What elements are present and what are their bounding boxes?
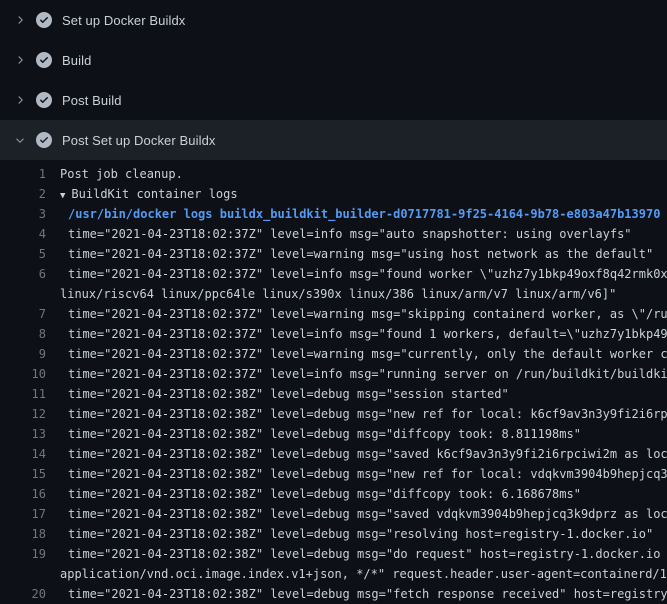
step-header-0[interactable]: Set up Docker Buildx — [0, 0, 667, 40]
steps-list: Set up Docker Buildx Build Post Build Po… — [0, 0, 667, 160]
chevron-icon — [12, 12, 28, 28]
line-number[interactable]: 2 — [0, 184, 46, 204]
check-circle-icon — [36, 92, 52, 108]
log-line: application/vnd.oci.image.index.v1+json,… — [0, 564, 667, 584]
log-text: time="2021-04-23T18:02:37Z" level=info m… — [68, 364, 667, 384]
log-group-label[interactable]: BuildKit container logs — [71, 187, 237, 201]
log-text: time="2021-04-23T18:02:38Z" level=debug … — [68, 544, 667, 564]
group-collapse-icon[interactable]: ▼ — [60, 186, 65, 204]
chevron-icon — [12, 132, 28, 148]
log-pane: 1 Post job cleanup. 2 ▼ BuildKit containe… — [0, 160, 667, 604]
log-line: 3 /usr/bin/docker logs buildx_buildkit_b… — [0, 204, 667, 224]
log-text: time="2021-04-23T18:02:38Z" level=debug … — [68, 464, 667, 484]
log-line: 20 time="2021-04-23T18:02:38Z" level=deb… — [0, 584, 667, 604]
log-line: 6 time="2021-04-23T18:02:37Z" level=info… — [0, 264, 667, 284]
log-text: time="2021-04-23T18:02:38Z" level=debug … — [68, 484, 667, 504]
log-command-text: /usr/bin/docker logs buildx_buildkit_bui… — [68, 204, 667, 224]
log-text: time="2021-04-23T18:02:38Z" level=debug … — [68, 444, 667, 464]
line-number[interactable]: 12 — [0, 404, 46, 424]
line-number[interactable]: 13 — [0, 424, 46, 444]
step-header-2[interactable]: Post Build — [0, 80, 667, 120]
log-text: time="2021-04-23T18:02:38Z" level=debug … — [68, 524, 667, 544]
line-number[interactable]: 20 — [0, 584, 46, 604]
actions-log-viewer: Set up Docker Buildx Build Post Build Po… — [0, 0, 667, 604]
log-text: time="2021-04-23T18:02:37Z" level=warnin… — [68, 304, 667, 324]
line-number[interactable]: 15 — [0, 464, 46, 484]
log-line: 13 time="2021-04-23T18:02:38Z" level=deb… — [0, 424, 667, 444]
log-line: 4 time="2021-04-23T18:02:37Z" level=info… — [0, 224, 667, 244]
step-label: Post Set up Docker Buildx — [62, 133, 216, 148]
log-line: 10 time="2021-04-23T18:02:37Z" level=inf… — [0, 364, 667, 384]
line-number[interactable]: 14 — [0, 444, 46, 464]
log-text: time="2021-04-23T18:02:38Z" level=debug … — [68, 424, 667, 444]
line-number[interactable]: 9 — [0, 344, 46, 364]
log-text: time="2021-04-23T18:02:37Z" level=warnin… — [68, 344, 667, 364]
line-number[interactable]: 4 — [0, 224, 46, 244]
log-text: Post job cleanup. — [60, 164, 667, 184]
step-label: Build — [62, 53, 91, 68]
log-line: 11 time="2021-04-23T18:02:38Z" level=deb… — [0, 384, 667, 404]
log-line: 7 time="2021-04-23T18:02:37Z" level=warn… — [0, 304, 667, 324]
check-circle-icon — [36, 132, 52, 148]
line-number — [0, 564, 46, 584]
log-text-wrapped: linux/riscv64 linux/ppc64le linux/s390x … — [60, 284, 667, 304]
line-number[interactable]: 3 — [0, 204, 46, 224]
line-number[interactable]: 17 — [0, 504, 46, 524]
log-line: 12 time="2021-04-23T18:02:38Z" level=deb… — [0, 404, 667, 424]
log-text: time="2021-04-23T18:02:37Z" level=warnin… — [68, 244, 667, 264]
line-number[interactable]: 19 — [0, 544, 46, 564]
log-line: 19 time="2021-04-23T18:02:38Z" level=deb… — [0, 544, 667, 564]
step-header-3[interactable]: Post Set up Docker Buildx — [0, 120, 667, 160]
line-number[interactable]: 7 — [0, 304, 46, 324]
log-line: linux/riscv64 linux/ppc64le linux/s390x … — [0, 284, 667, 304]
line-number[interactable]: 18 — [0, 524, 46, 544]
log-line: 8 time="2021-04-23T18:02:37Z" level=info… — [0, 324, 667, 344]
line-number[interactable]: 5 — [0, 244, 46, 264]
log-text: time="2021-04-23T18:02:37Z" level=info m… — [68, 224, 667, 244]
line-number[interactable]: 11 — [0, 384, 46, 404]
log-group-header: ▼ BuildKit container logs — [60, 184, 667, 204]
line-number[interactable]: 10 — [0, 364, 46, 384]
log-line: 14 time="2021-04-23T18:02:38Z" level=deb… — [0, 444, 667, 464]
log-line: 1 Post job cleanup. — [0, 164, 667, 184]
log-text: time="2021-04-23T18:02:37Z" level=info m… — [68, 264, 667, 284]
log-line: 18 time="2021-04-23T18:02:38Z" level=deb… — [0, 524, 667, 544]
check-circle-icon — [36, 52, 52, 68]
line-number[interactable]: 6 — [0, 264, 46, 284]
step-label: Post Build — [62, 93, 122, 108]
log-line: 9 time="2021-04-23T18:02:37Z" level=warn… — [0, 344, 667, 364]
log-text: time="2021-04-23T18:02:37Z" level=info m… — [68, 324, 667, 344]
log-text: time="2021-04-23T18:02:38Z" level=debug … — [68, 404, 667, 424]
log-line: 17 time="2021-04-23T18:02:38Z" level=deb… — [0, 504, 667, 524]
step-label: Set up Docker Buildx — [62, 13, 185, 28]
log-line: 15 time="2021-04-23T18:02:38Z" level=deb… — [0, 464, 667, 484]
log-line: 2 ▼ BuildKit container logs — [0, 184, 667, 204]
step-header-1[interactable]: Build — [0, 40, 667, 80]
log-text: time="2021-04-23T18:02:38Z" level=debug … — [68, 584, 667, 604]
line-number[interactable]: 16 — [0, 484, 46, 504]
log-text: time="2021-04-23T18:02:38Z" level=debug … — [68, 384, 667, 404]
line-number — [0, 284, 46, 304]
log-text: time="2021-04-23T18:02:38Z" level=debug … — [68, 504, 667, 524]
check-circle-icon — [36, 12, 52, 28]
line-number[interactable]: 8 — [0, 324, 46, 344]
log-line: 16 time="2021-04-23T18:02:38Z" level=deb… — [0, 484, 667, 504]
log-text-wrapped: application/vnd.oci.image.index.v1+json,… — [60, 564, 667, 584]
line-number[interactable]: 1 — [0, 164, 46, 184]
chevron-icon — [12, 52, 28, 68]
log-line: 5 time="2021-04-23T18:02:37Z" level=warn… — [0, 244, 667, 264]
chevron-icon — [12, 92, 28, 108]
